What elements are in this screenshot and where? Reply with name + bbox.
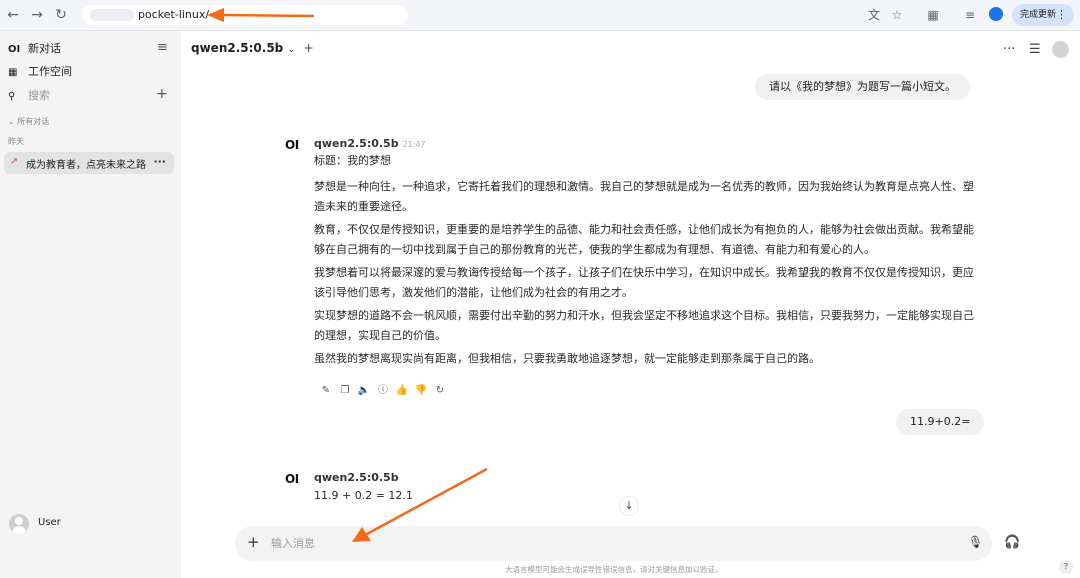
paragraph: 实现梦想的道路不会一帆风顺，需要付出辛勤的努力和汗水，但我会坚定不移地追求这个目…: [314, 309, 974, 342]
assistant-logo-icon: OI: [285, 472, 299, 486]
headphones-icon[interactable]: 🎧: [1004, 535, 1020, 550]
thumbs-down-icon[interactable]: 👎: [413, 385, 429, 396]
logo-icon: OI: [8, 44, 21, 55]
back-icon[interactable]: ←: [4, 6, 22, 24]
assistant-answer: 11.9 + 0.2 = 12.1: [314, 489, 413, 502]
add-model-icon[interactable]: +: [304, 41, 314, 55]
update-button-label: 完成更新: [1020, 10, 1057, 20]
all-chats-toggle[interactable]: ⌄ 所有对话: [8, 116, 49, 127]
assistant-model-name: qwen2.5:0.5b: [314, 137, 399, 150]
search-placeholder: 搜索: [28, 89, 50, 102]
paragraph: 教育，不仅仅是传授知识，更重要的是培养学生的品德、能力和社会责任感，让他们成长为…: [314, 223, 974, 256]
workspace-item[interactable]: ▦ 工作空间: [8, 61, 72, 83]
pin-icon: ➚: [10, 156, 19, 167]
update-button[interactable]: 完成更新 ⋮: [1012, 4, 1074, 26]
sidebar-chat-item[interactable]: ➚ 成为教育者，点亮未来之路 ···: [4, 152, 174, 174]
add-folder-icon[interactable]: +: [156, 86, 168, 102]
info-icon[interactable]: ⓘ: [375, 381, 391, 396]
assistant-name: qwen2.5:0.5b: [314, 471, 399, 484]
url-blurred-host: [90, 9, 134, 21]
section-yesterday: 昨天: [8, 137, 24, 146]
paragraph: 梦想是一种向往，一种追求，它寄托着我们的理想和激情。我自己的梦想就是成为一名优秀…: [314, 180, 974, 213]
header-user-avatar[interactable]: [1052, 41, 1069, 58]
all-chats-label: 所有对话: [17, 117, 50, 126]
edit-icon[interactable]: ✎: [318, 385, 334, 396]
reading-list-icon[interactable]: ≡: [962, 7, 978, 23]
chevron-down-icon: ⌄: [8, 117, 15, 126]
assistant-message-body: 标题：我的梦想 梦想是一种向往，一种追求，它寄托着我们的理想和激情。我自己的梦想…: [314, 151, 976, 372]
copy-icon[interactable]: ❐: [337, 385, 353, 396]
new-chat-button[interactable]: OI 新对话: [8, 38, 61, 60]
user-message-bubble: 请以《我的梦想》为题写一篇小短文。: [755, 74, 970, 100]
reload-icon[interactable]: ↻: [52, 6, 70, 24]
bookmark-star-icon[interactable]: ☆: [889, 7, 905, 23]
browser-toolbar: ← → ↻ pocket-linux/ 文 ☆ ▦ ≡ 完成更新 ⋮: [0, 0, 1080, 31]
message-input[interactable]: [271, 535, 871, 553]
thumbs-up-icon[interactable]: 👍: [394, 385, 410, 396]
paragraph: 虽然我的梦想离现实尚有距离，但我相信，只要我勇敢地追逐梦想，就一定能够走到那条属…: [314, 352, 820, 365]
more-options-icon[interactable]: ···: [153, 155, 166, 168]
url-text: pocket-linux/: [138, 8, 210, 21]
essay-title: 标题：我的梦想: [314, 154, 391, 167]
controls-sliders-icon[interactable]: ☰: [1029, 42, 1041, 57]
scroll-down-button[interactable]: ↓: [619, 496, 639, 516]
forward-icon[interactable]: →: [28, 6, 46, 24]
assistant-logo-icon: OI: [285, 138, 299, 152]
more-icon[interactable]: ···: [1003, 42, 1015, 57]
disclaimer-text: 大语言模型可能会生成误导性错误信息，请对关键信息加以验证。: [505, 565, 723, 574]
attach-plus-icon[interactable]: +: [247, 533, 260, 551]
user-avatar[interactable]: [9, 514, 29, 534]
help-button[interactable]: ?: [1059, 560, 1073, 574]
message-timestamp: 21:47: [402, 140, 426, 149]
workspace-label: 工作空间: [28, 65, 72, 78]
microphone-icon[interactable]: 🎙: [968, 535, 983, 549]
new-chat-label: 新对话: [28, 42, 61, 55]
grid-icon: ▦: [8, 67, 18, 78]
paragraph: 我梦想着可以将最深邃的爱与教诲传授给每一个孩子，让孩子们在快乐中学习，在知识中成…: [314, 266, 974, 299]
sidebar: OI 新对话 ≡ ▦ 工作空间 ⚲ 搜索 + ⌄ 所有对话 昨天 ➚ 成为教育者，点亮…: [0, 31, 181, 578]
regenerate-icon[interactable]: ↻: [432, 385, 448, 396]
model-name: qwen2.5:0.5b: [191, 41, 284, 55]
speaker-icon[interactable]: 🔈: [356, 385, 372, 396]
extensions-icon[interactable]: ▦: [925, 7, 941, 23]
browser-menu-icon[interactable]: ⋮: [1056, 4, 1067, 26]
chat-title: 成为教育者，点亮未来之路: [26, 160, 146, 171]
profile-avatar[interactable]: [989, 7, 1003, 21]
user-message-bubble: 11.9+0.2=: [896, 409, 985, 435]
message-composer: + 🎙: [235, 526, 992, 561]
search-icon: ⚲: [8, 91, 16, 102]
address-bar[interactable]: pocket-linux/: [82, 5, 408, 25]
sidebar-toggle-icon[interactable]: ≡: [157, 40, 168, 55]
chevron-down-icon: ⌄: [287, 44, 296, 55]
user-name[interactable]: User: [38, 517, 61, 528]
message-actions: ✎ ❐ 🔈 ⓘ 👍 👎 ↻: [318, 381, 451, 396]
translate-icon[interactable]: 文: [866, 7, 882, 23]
assistant-name: qwen2.5:0.5b 21:47: [314, 137, 426, 150]
model-selector[interactable]: qwen2.5:0.5b ⌄ +: [191, 41, 314, 55]
search-item[interactable]: ⚲ 搜索: [8, 85, 50, 107]
